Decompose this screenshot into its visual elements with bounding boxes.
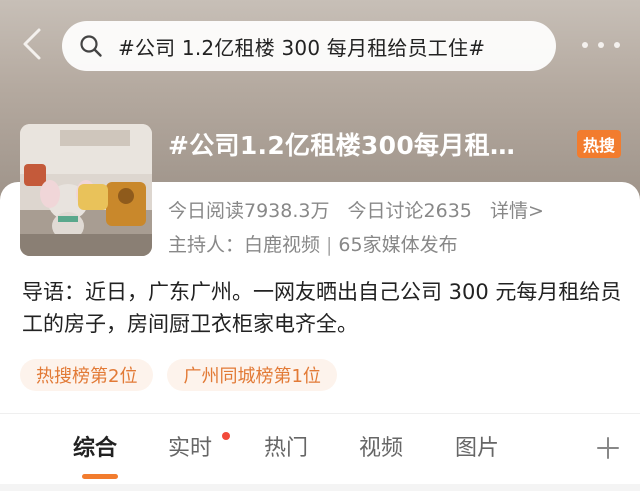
notification-dot (222, 432, 230, 440)
detail-link[interactable]: 详情> (490, 200, 544, 222)
add-tab-icon[interactable] (596, 436, 620, 460)
topic-stats: 今日阅读7938.3万 今日讨论2635 详情> (168, 196, 556, 223)
separator: | (326, 234, 333, 256)
back-arrow-icon (23, 28, 41, 60)
active-tab-indicator (82, 474, 118, 479)
tag-guangzhou-rank[interactable]: 广州同城榜第1位 (167, 359, 337, 391)
discussion-count: 今日讨论2635 (347, 200, 472, 222)
search-query: #公司 1.2亿租楼 300 每月租给员工住# (118, 35, 486, 60)
tab-comprehensive[interactable]: 综合 (73, 430, 117, 462)
divider (0, 413, 640, 414)
ranking-tags: 热搜榜第2位 广州同城榜第1位 (20, 359, 337, 391)
back-button[interactable] (14, 24, 50, 64)
search-input[interactable]: #公司 1.2亿租楼 300 每月租给员工住# (62, 21, 556, 71)
hot-badge: 热搜 (577, 130, 621, 158)
tab-realtime[interactable]: 实时 (168, 430, 212, 462)
tab-hot[interactable]: 热门 (264, 430, 308, 462)
bottom-strip (0, 484, 640, 491)
tab-video[interactable]: 视频 (359, 430, 403, 462)
tag-hot-search-rank[interactable]: 热搜榜第2位 (20, 359, 154, 391)
search-icon (78, 33, 104, 59)
read-count: 今日阅读7938.3万 (168, 200, 330, 222)
media-count: 65家媒体发布 (338, 234, 458, 256)
tab-bar: 综合 实时 热门 视频 图片 (0, 430, 640, 472)
tab-images[interactable]: 图片 (455, 430, 499, 462)
topic-page: #公司 1.2亿租楼 300 每月租给员工住# #公司1.2亿租楼300每月租…… (0, 0, 640, 491)
top-bar: #公司 1.2亿租楼 300 每月租给员工住# (0, 18, 640, 72)
topic-intro: 导语：近日，广东广州。一网友晒出自己公司 300 元每月租给员工的房子，房间厨卫… (22, 280, 622, 336)
more-options-icon[interactable] (578, 30, 624, 60)
host-name[interactable]: 主持人：白鹿视频 (168, 234, 320, 256)
topic-cover-image[interactable] (20, 124, 152, 256)
topic-host: 主持人：白鹿视频 | 65家媒体发布 (168, 230, 458, 257)
topic-title: #公司1.2亿租楼300每月租… (168, 131, 516, 160)
